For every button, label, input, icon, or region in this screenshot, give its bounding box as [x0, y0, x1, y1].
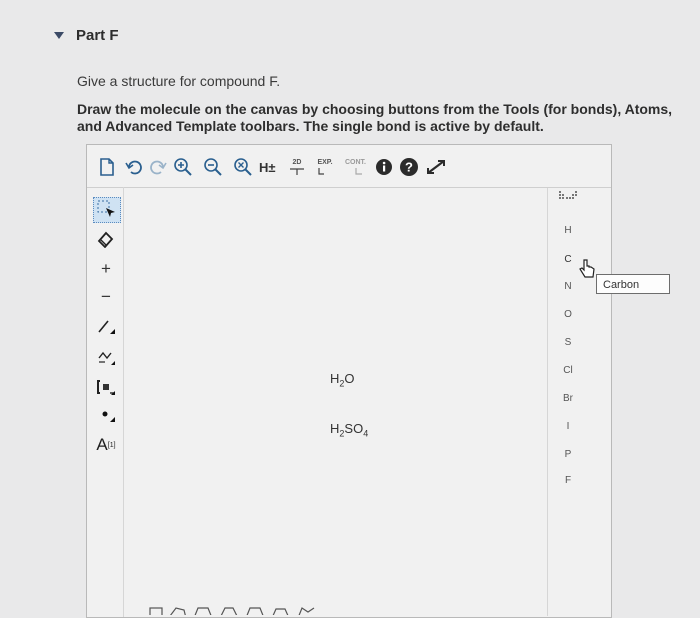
- atoms-toolbar: H C N O S Cl Br I P F: [547, 188, 588, 616]
- chain-template-icon: [298, 607, 315, 615]
- water-o: O: [344, 371, 355, 386]
- zoom-in-icon[interactable]: [173, 157, 193, 177]
- zoom-reset-icon[interactable]: [233, 157, 253, 177]
- atom-tooltip: Carbon: [596, 274, 670, 294]
- cyclobutane-template-icon: [149, 607, 163, 615]
- atom-property-button[interactable]: A [1]: [93, 433, 119, 457]
- redo-icon[interactable]: [149, 157, 167, 177]
- atom-button-f[interactable]: F: [548, 470, 588, 492]
- decrease-charge-button[interactable]: −: [93, 285, 119, 309]
- zoom-out-icon[interactable]: [203, 157, 223, 177]
- water-h: H: [330, 371, 340, 386]
- atom-button-h[interactable]: H: [548, 220, 588, 242]
- hand-pointer-icon: [578, 258, 596, 285]
- atom-button-s[interactable]: S: [548, 332, 588, 354]
- expand-button[interactable]: EXP.: [317, 157, 333, 177]
- question-prompt: Give a structure for compound F.: [77, 73, 281, 89]
- cyclooctane-template-icon: [272, 608, 289, 615]
- atom-button-br[interactable]: Br: [548, 388, 588, 410]
- help-icon[interactable]: ?: [399, 157, 419, 177]
- advanced-template-toolbar: [148, 602, 368, 615]
- molecule-editor: H± 2D EXP. CONT. ? + − A [1] H2O H2SO4 H…: [86, 144, 612, 618]
- explicit-hydrogens-button[interactable]: H±: [259, 157, 276, 177]
- atom-property-sup: [1]: [107, 441, 116, 449]
- radical-tool-icon[interactable]: [93, 403, 119, 427]
- contract-label: CONT.: [345, 159, 366, 166]
- expand-label: EXP.: [317, 159, 333, 166]
- clean-2d-button[interactable]: 2D: [289, 157, 305, 177]
- water-template[interactable]: H2O: [330, 371, 355, 389]
- cyclohexane-template-icon: [194, 607, 212, 615]
- fullscreen-expand-icon[interactable]: [425, 157, 447, 177]
- part-title: Part F: [76, 27, 119, 44]
- contract-button[interactable]: CONT.: [345, 157, 366, 177]
- clean-2d-label: 2D: [292, 159, 302, 166]
- new-document-icon[interactable]: [99, 157, 115, 177]
- editor-top-toolbar: H± 2D EXP. CONT. ?: [87, 145, 611, 188]
- periodic-table-icon[interactable]: [558, 190, 578, 204]
- cycloheptane-template-icon: [220, 607, 238, 615]
- collapse-toggle-icon[interactable]: [54, 32, 64, 39]
- selection-tool-icon[interactable]: [93, 197, 121, 223]
- atom-button-o[interactable]: O: [548, 304, 588, 326]
- bracket-tool-icon[interactable]: [93, 375, 119, 399]
- single-bond-icon[interactable]: [93, 315, 119, 339]
- undo-icon[interactable]: [125, 157, 143, 177]
- ring-template-icon[interactable]: [93, 345, 119, 369]
- atom-button-cl[interactable]: Cl: [548, 360, 588, 382]
- info-icon[interactable]: [375, 157, 393, 177]
- svg-text:?: ?: [405, 160, 413, 175]
- increase-charge-button[interactable]: +: [93, 257, 119, 281]
- cyclopentane-template-icon: [170, 607, 186, 615]
- acid-sub2: 4: [363, 428, 369, 439]
- drawing-canvas[interactable]: H2O H2SO4: [124, 188, 544, 616]
- atom-button-i[interactable]: I: [548, 416, 588, 438]
- benzene-template-icon: [246, 607, 264, 615]
- atom-button-p[interactable]: P: [548, 444, 588, 466]
- atom-property-label: A: [96, 435, 108, 454]
- eraser-icon[interactable]: [93, 227, 119, 251]
- acid-h: H: [330, 421, 340, 436]
- editor-tools-toolbar: + − A [1]: [87, 187, 124, 617]
- question-instructions: Draw the molecule on the canvas by choos…: [77, 101, 673, 134]
- sulfuric-acid-template[interactable]: H2SO4: [330, 421, 368, 439]
- acid-so: SO: [344, 421, 364, 436]
